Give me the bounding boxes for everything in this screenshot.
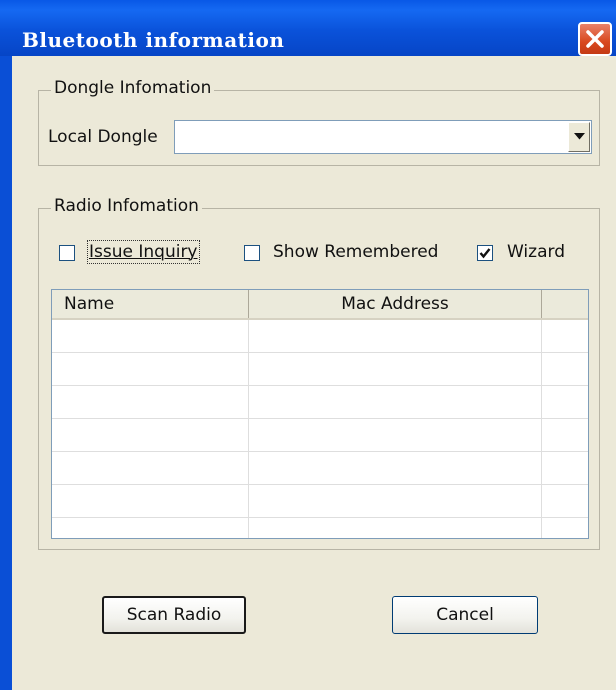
column-header-name[interactable]: Name [52, 290, 249, 318]
dongle-info-legend: Dongle Infomation [51, 78, 215, 98]
column-header-mac-address[interactable]: Mac Address [249, 290, 542, 318]
radio-info-group: Radio Infomation Issue Inquiry Show Reme… [38, 196, 600, 550]
device-list[interactable]: Name Mac Address [51, 289, 589, 539]
list-row[interactable] [52, 452, 588, 485]
wizard-label[interactable]: Wizard [507, 242, 565, 262]
dialog-client-area: Dongle Infomation Local Dongle Radio Inf… [12, 56, 616, 690]
local-dongle-label: Local Dongle [48, 127, 158, 147]
dongle-info-group: Dongle Infomation Local Dongle [38, 78, 600, 166]
local-dongle-dropdown[interactable] [174, 120, 592, 154]
column-header-empty [542, 290, 588, 318]
list-row[interactable] [52, 518, 588, 538]
close-icon [586, 30, 604, 48]
window-title: Bluetooth information [22, 28, 285, 52]
device-list-header: Name Mac Address [52, 290, 588, 320]
show-remembered-checkbox[interactable] [244, 245, 260, 261]
list-row[interactable] [52, 485, 588, 518]
issue-inquiry-checkbox[interactable] [59, 245, 75, 261]
dropdown-button[interactable] [568, 122, 590, 152]
radio-info-legend: Radio Infomation [51, 196, 202, 216]
issue-inquiry-label[interactable]: Issue Inquiry [87, 240, 200, 264]
checkmark-icon [479, 248, 491, 259]
bluetooth-dialog: Bluetooth information Dongle Infomation … [0, 0, 616, 690]
title-bar[interactable]: Bluetooth information [0, 0, 616, 56]
list-row[interactable] [52, 386, 588, 419]
wizard-checkbox[interactable] [477, 245, 493, 261]
list-row[interactable] [52, 320, 588, 353]
chevron-down-icon [574, 133, 585, 140]
show-remembered-label[interactable]: Show Remembered [273, 242, 438, 262]
close-button[interactable] [578, 22, 612, 56]
list-row[interactable] [52, 353, 588, 386]
scan-radio-button[interactable]: Scan Radio [102, 596, 246, 634]
list-row[interactable] [52, 419, 588, 452]
cancel-button[interactable]: Cancel [392, 596, 538, 634]
